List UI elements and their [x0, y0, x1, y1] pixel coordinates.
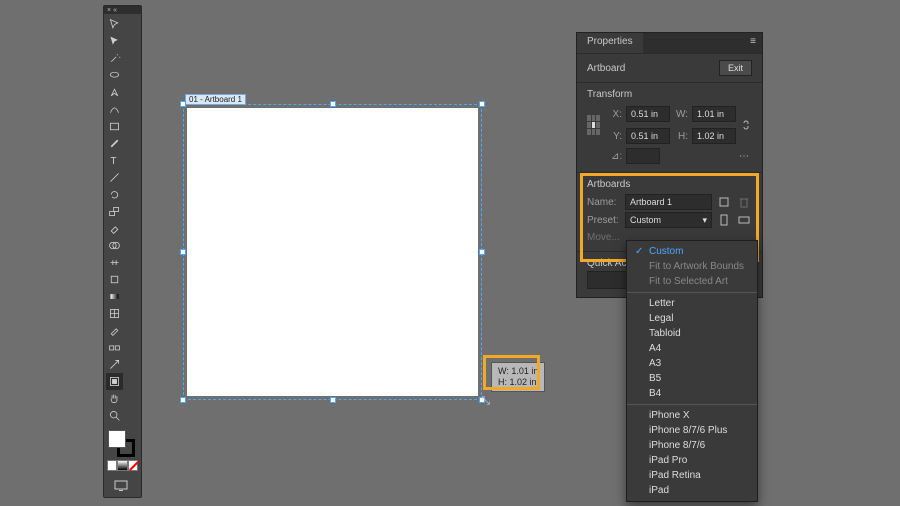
- tools-panel-header[interactable]: × «: [104, 6, 141, 14]
- tools-panel: × « T: [103, 5, 142, 498]
- collapse-icon[interactable]: «: [113, 7, 117, 14]
- slice-tool[interactable]: [106, 356, 123, 373]
- eyedropper-tool[interactable]: [106, 322, 123, 339]
- lasso-tool[interactable]: [106, 67, 123, 84]
- drawmode-color[interactable]: [107, 460, 117, 471]
- drawmode-none[interactable]: [128, 460, 138, 471]
- orientation-landscape-icon[interactable]: [736, 212, 752, 228]
- dropdown-separator: [627, 292, 757, 293]
- resize-handle-ml[interactable]: [180, 249, 186, 255]
- orientation-portrait-icon[interactable]: [716, 212, 732, 228]
- paintbrush-tool[interactable]: [106, 135, 123, 152]
- preset-option[interactable]: iPad Pro: [627, 453, 757, 468]
- link-wh-icon[interactable]: [740, 117, 752, 133]
- artboards-title: Artboards: [587, 179, 752, 190]
- preset-option[interactable]: iPhone 8/7/6 Plus: [627, 423, 757, 438]
- h-label: H:: [674, 131, 688, 142]
- artboard-bounding-box[interactable]: 01 - Artboard 1 ⤡: [185, 106, 480, 398]
- dropdown-separator: [627, 404, 757, 405]
- scale-tool[interactable]: [106, 203, 123, 220]
- curvature-tool[interactable]: [106, 101, 123, 118]
- free-transform-tool[interactable]: [106, 271, 123, 288]
- resize-handle-tl[interactable]: [180, 101, 186, 107]
- w-label: W:: [674, 109, 688, 120]
- size-tip-w: W: 1.01 in: [498, 366, 538, 377]
- preset-option[interactable]: Fit to Selected Art: [627, 274, 757, 289]
- reference-point-grid[interactable]: [587, 115, 600, 135]
- width-tool[interactable]: [106, 254, 123, 271]
- live-size-tooltip: W: 1.01 in H: 1.02 in: [491, 362, 545, 392]
- zoom-tool[interactable]: [106, 407, 123, 424]
- type-tool[interactable]: T: [106, 152, 123, 169]
- artboard-tool[interactable]: [106, 373, 123, 390]
- preset-option[interactable]: Custom: [627, 244, 757, 259]
- x-label: X:: [608, 109, 622, 120]
- preset-value: Custom: [630, 215, 661, 225]
- panel-menu-icon[interactable]: ≡: [744, 33, 762, 53]
- resize-handle-tm[interactable]: [330, 101, 336, 107]
- eraser-tool[interactable]: [106, 220, 123, 237]
- screen-mode-tool[interactable]: [104, 475, 138, 497]
- tab-properties[interactable]: Properties: [577, 33, 643, 53]
- hand-tool[interactable]: [106, 390, 123, 407]
- preset-option[interactable]: A4: [627, 341, 757, 356]
- preset-option[interactable]: iPad: [627, 483, 757, 498]
- preset-option[interactable]: iPad Retina: [627, 468, 757, 483]
- selection-outline: [183, 104, 482, 400]
- svg-text:T: T: [110, 156, 116, 167]
- fill-swatch[interactable]: [108, 430, 126, 448]
- preset-option[interactable]: Fit to Artwork Bounds: [627, 259, 757, 274]
- size-tip-h: H: 1.02 in: [498, 377, 538, 388]
- rotate-tool[interactable]: [106, 186, 123, 203]
- move-artwork-label: Move...: [587, 232, 620, 243]
- preset-option[interactable]: Letter: [627, 296, 757, 311]
- selection-tool[interactable]: [106, 16, 123, 33]
- artboard-options-icon[interactable]: [716, 194, 732, 210]
- artboard-label[interactable]: 01 - Artboard 1: [185, 94, 246, 105]
- pen-tool[interactable]: [106, 84, 123, 101]
- delete-artboard-icon[interactable]: [736, 194, 752, 210]
- magic-wand-tool[interactable]: [106, 50, 123, 67]
- h-field[interactable]: 1.02 in: [692, 128, 736, 144]
- fill-stroke-swatches[interactable]: [104, 428, 138, 458]
- preset-option[interactable]: B5: [627, 371, 757, 386]
- close-icon[interactable]: ×: [107, 7, 111, 14]
- preset-label: Preset:: [587, 215, 621, 226]
- name-label: Name:: [587, 197, 621, 208]
- chevron-down-icon: ▾: [702, 215, 707, 226]
- preset-option[interactable]: A3: [627, 356, 757, 371]
- resize-handle-tr[interactable]: [479, 101, 485, 107]
- rotate-field[interactable]: [626, 148, 660, 164]
- preset-option[interactable]: iPhone X: [627, 408, 757, 423]
- resize-handle-bl[interactable]: [180, 397, 186, 403]
- gradient-tool[interactable]: [106, 288, 123, 305]
- preset-option[interactable]: iPhone 8/7/6: [627, 438, 757, 453]
- blend-tool[interactable]: [106, 339, 123, 356]
- more-options-icon[interactable]: ⋯: [736, 148, 752, 164]
- selection-type: Artboard: [587, 63, 625, 74]
- transform-title: Transform: [587, 89, 752, 100]
- line-tool[interactable]: [106, 169, 123, 186]
- y-label: Y:: [608, 131, 622, 142]
- artboard-name-input[interactable]: Artboard 1: [625, 194, 712, 210]
- preset-option[interactable]: Legal: [627, 311, 757, 326]
- rectangle-tool[interactable]: [106, 118, 123, 135]
- transform-section: Transform X:0.51 in Y:0.51 in W:1.01 in …: [577, 82, 762, 172]
- resize-handle-br[interactable]: [479, 397, 485, 403]
- resize-handle-bm[interactable]: [330, 397, 336, 403]
- mesh-tool[interactable]: [106, 305, 123, 322]
- y-field[interactable]: 0.51 in: [626, 128, 670, 144]
- preset-dropdown: CustomFit to Artwork BoundsFit to Select…: [626, 240, 758, 502]
- preset-select[interactable]: Custom ▾: [625, 212, 712, 228]
- preset-option[interactable]: Tabloid: [627, 326, 757, 341]
- resize-handle-mr[interactable]: [479, 249, 485, 255]
- shapebuilder-tool[interactable]: [106, 237, 123, 254]
- x-field[interactable]: 0.51 in: [626, 106, 670, 122]
- exit-artboard-button[interactable]: Exit: [719, 60, 752, 76]
- w-field[interactable]: 1.01 in: [692, 106, 736, 122]
- drawmode-gradient[interactable]: [117, 460, 127, 471]
- preset-option[interactable]: B4: [627, 386, 757, 401]
- direct-selection-tool[interactable]: [106, 33, 123, 50]
- rotate-label: ⊿:: [611, 151, 622, 162]
